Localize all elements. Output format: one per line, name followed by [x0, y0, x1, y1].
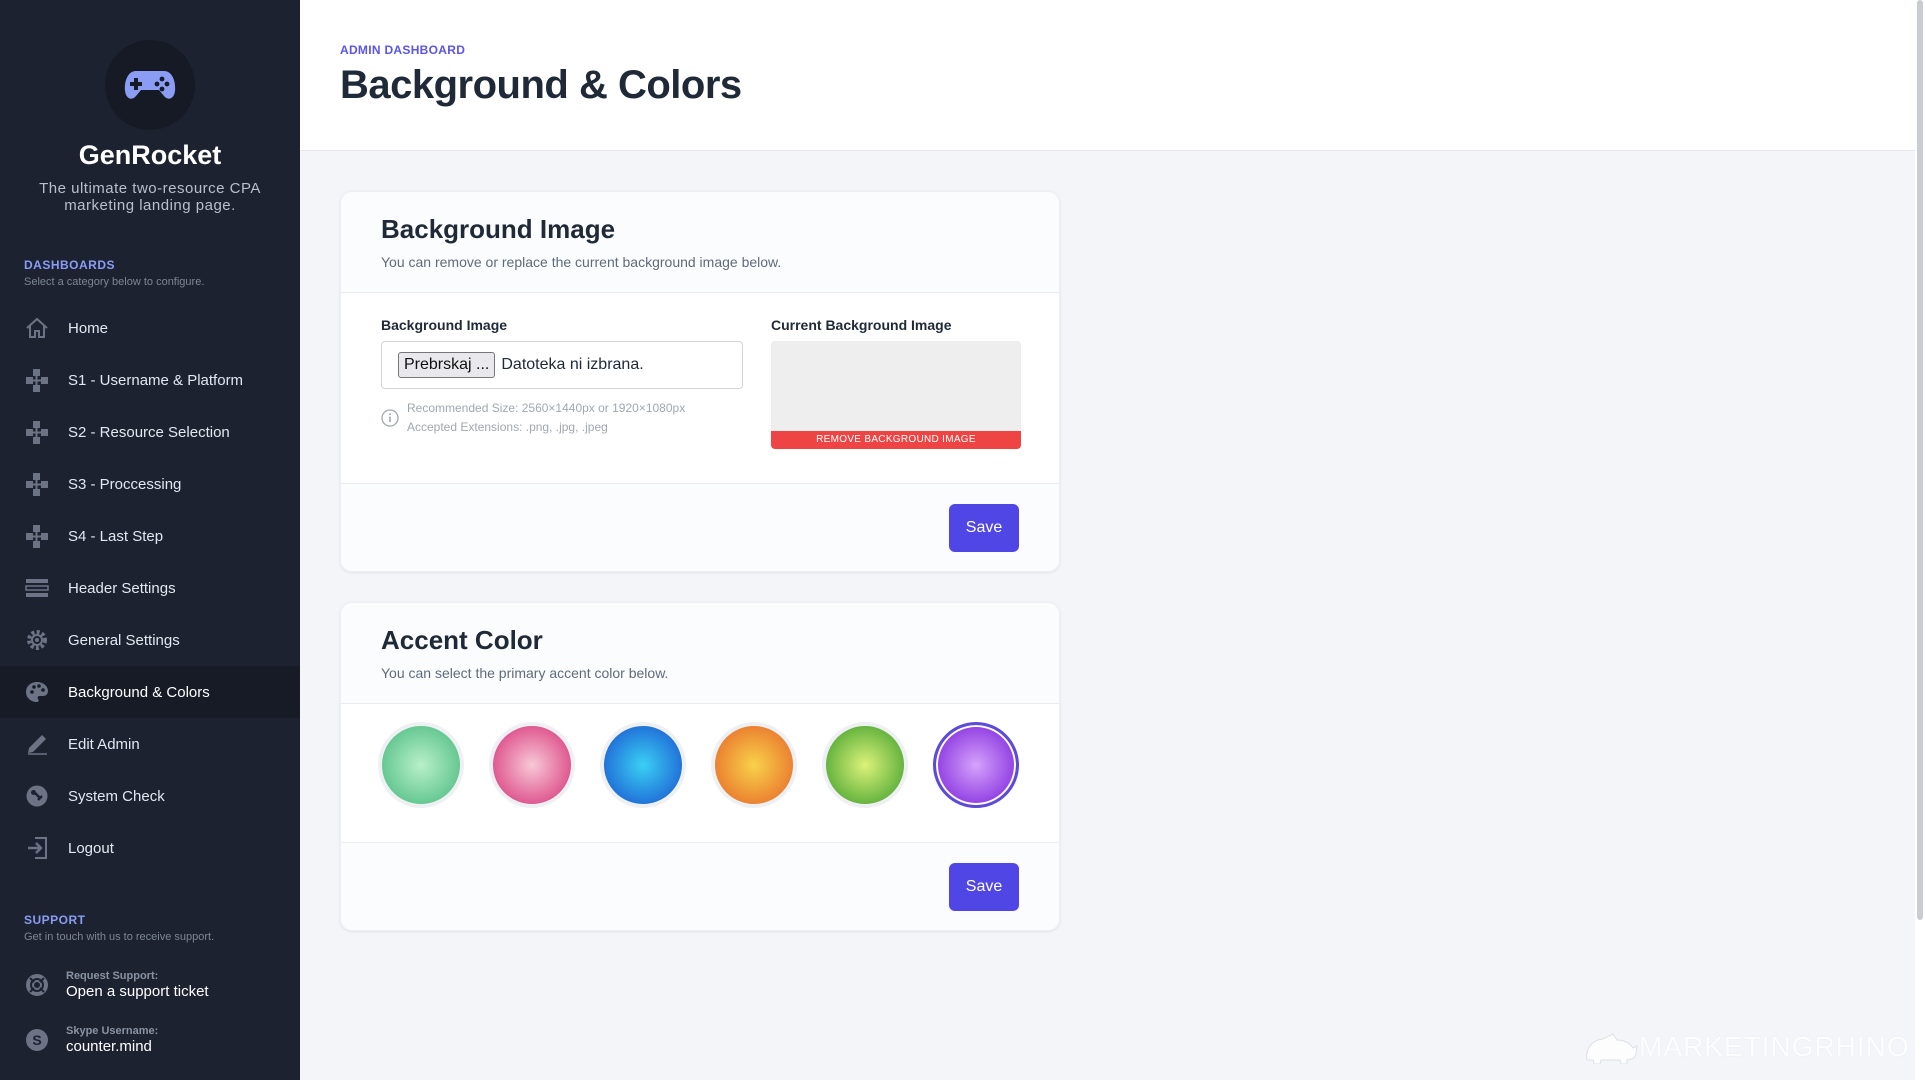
- sidebar-item-label: Logout: [68, 839, 114, 857]
- color-swatch-pink[interactable]: [489, 722, 575, 808]
- current-image-field: Current Background Image REMOVE BACKGROU…: [771, 317, 1021, 449]
- sidebar-item-s3[interactable]: S3 - Proccessing: [0, 458, 300, 510]
- support-heading: SUPPORT: [24, 913, 86, 927]
- support-ticket-link[interactable]: Request Support: Open a support ticket: [24, 970, 209, 1000]
- upload-hint: Recommended Size: 2560×1440px or 1920×10…: [381, 399, 743, 437]
- card-footer: Save: [341, 842, 1059, 930]
- color-swatch-green[interactable]: [378, 722, 464, 808]
- card-footer: Save: [341, 483, 1059, 571]
- sidebar-item-label: Home: [68, 319, 109, 337]
- watermark-logo: MARKETINGRHINO: [1583, 1030, 1910, 1064]
- svg-text:S: S: [32, 1032, 41, 1048]
- home-icon: [24, 315, 50, 341]
- sidebar-item-label: S2 - Resource Selection: [68, 423, 230, 441]
- background-image-card: Background Image You can remove or repla…: [340, 191, 1060, 572]
- sidebar-item-system-check[interactable]: System Check: [0, 770, 300, 822]
- gamepad-icon: [124, 71, 176, 99]
- dashboards-subtitle: Select a category below to configure.: [24, 276, 205, 288]
- card-title: Background Image: [381, 214, 616, 244]
- brand-name: GenRocket: [78, 140, 222, 170]
- sidebar: GenRocket The ultimate two-resource CPA …: [0, 0, 300, 1080]
- rhino-icon: [1586, 1033, 1638, 1064]
- sidebar-item-label: S4 - Last Step: [68, 527, 164, 545]
- gear-icon: [24, 627, 50, 653]
- sidebar-item-background-colors[interactable]: Background & Colors: [0, 666, 300, 718]
- logo: [105, 40, 195, 130]
- sidebar-item-header-settings[interactable]: Header Settings: [0, 562, 300, 614]
- hint-size: Recommended Size: 2560×1440px or 1920×10…: [407, 401, 686, 415]
- sidebar-item-label: Header Settings: [68, 579, 176, 597]
- nodes-icon: [24, 471, 50, 497]
- accent-color-card: Accent Color You can select the primary …: [340, 602, 1060, 931]
- card-title: Accent Color: [381, 625, 543, 655]
- save-background-button[interactable]: Save: [949, 504, 1019, 552]
- file-status: Datoteka ni izbrana.: [501, 356, 644, 373]
- nodes-icon: [24, 523, 50, 549]
- skype-username: counter.mind: [66, 1038, 152, 1055]
- current-background-preview: REMOVE BACKGROUND IMAGE: [771, 341, 1021, 449]
- sidebar-item-home[interactable]: Home: [0, 302, 300, 354]
- watermark-text: MARKETINGRHINO: [1639, 1031, 1910, 1062]
- sidebar-nav: Home S1 - Username & Platform S2 - Resou…: [0, 302, 300, 874]
- skype-icon: S: [24, 1027, 50, 1053]
- wrench-icon: [24, 783, 50, 809]
- current-image-label: Current Background Image: [771, 317, 952, 333]
- nodes-icon: [24, 367, 50, 393]
- lifebuoy-icon: [24, 972, 50, 998]
- color-swatch-lime[interactable]: [822, 722, 908, 808]
- sidebar-item-edit-admin[interactable]: Edit Admin: [0, 718, 300, 770]
- sidebar-item-label: Background & Colors: [68, 683, 210, 701]
- info-icon: [381, 409, 399, 437]
- brand-tagline: The ultimate two-resource CPA marketing …: [39, 180, 261, 214]
- color-swatches: [341, 704, 1059, 842]
- card-subtitle: You can remove or replace the current ba…: [381, 254, 782, 270]
- save-accent-button[interactable]: Save: [949, 863, 1019, 911]
- scrollbar-thumb[interactable]: [1917, 0, 1923, 920]
- logout-icon: [24, 835, 50, 861]
- header-icon: [24, 575, 50, 601]
- sidebar-item-s1[interactable]: S1 - Username & Platform: [0, 354, 300, 406]
- page-header: ADMIN DASHBOARD Background & Colors: [300, 0, 1925, 151]
- support-ticket-caption: Request Support:: [66, 970, 159, 982]
- upload-field: Background Image Prebrskaj ... Datoteka …: [381, 317, 743, 437]
- sidebar-item-label: S3 - Proccessing: [68, 475, 182, 493]
- breadcrumb[interactable]: ADMIN DASHBOARD: [340, 43, 465, 57]
- page-title: Background & Colors: [340, 63, 742, 107]
- field-label: Background Image: [381, 317, 508, 333]
- remove-background-button[interactable]: REMOVE BACKGROUND IMAGE: [771, 431, 1021, 449]
- support-subtitle: Get in touch with us to receive support.: [24, 931, 215, 943]
- scrollbar[interactable]: [1915, 0, 1925, 1080]
- color-swatch-orange[interactable]: [711, 722, 797, 808]
- sidebar-item-label: General Settings: [68, 631, 180, 649]
- sidebar-item-general-settings[interactable]: General Settings: [0, 614, 300, 666]
- sidebar-item-label: S1 - Username & Platform: [68, 371, 244, 389]
- sidebar-item-s2[interactable]: S2 - Resource Selection: [0, 406, 300, 458]
- skype-contact[interactable]: S Skype Username: counter.mind: [24, 1025, 158, 1055]
- sidebar-item-logout[interactable]: Logout: [0, 822, 300, 874]
- card-body: Background Image Prebrskaj ... Datoteka …: [341, 293, 1059, 483]
- support-ticket-label: Open a support ticket: [66, 983, 209, 1000]
- color-swatch-blue[interactable]: [600, 722, 686, 808]
- dashboards-heading: DASHBOARDS: [24, 258, 116, 272]
- card-header: Accent Color You can select the primary …: [341, 603, 1059, 704]
- sidebar-item-label: System Check: [68, 787, 165, 805]
- card-header: Background Image You can remove or repla…: [341, 192, 1059, 293]
- sidebar-item-label: Edit Admin: [68, 735, 140, 753]
- palette-icon: [24, 679, 50, 705]
- browse-button[interactable]: Prebrskaj ...: [398, 352, 496, 378]
- background-file-input[interactable]: Prebrskaj ... Datoteka ni izbrana.: [381, 341, 743, 389]
- color-swatch-purple[interactable]: [933, 722, 1019, 808]
- card-subtitle: You can select the primary accent color …: [381, 665, 669, 681]
- sidebar-item-s4[interactable]: S4 - Last Step: [0, 510, 300, 562]
- nodes-icon: [24, 419, 50, 445]
- hint-extensions: Accepted Extensions: .png, .jpg, .jpeg: [407, 420, 608, 434]
- pencil-icon: [24, 731, 50, 757]
- skype-caption: Skype Username:: [66, 1025, 159, 1037]
